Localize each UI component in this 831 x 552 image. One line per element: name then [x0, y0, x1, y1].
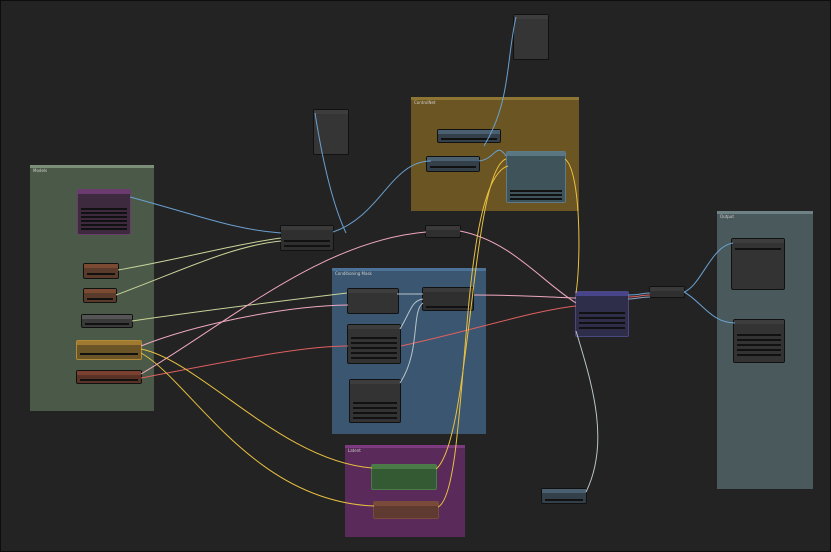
- mask-preview-node[interactable]: [541, 488, 587, 504]
- lora-loader-node-2[interactable]: [83, 288, 117, 303]
- mask-combine-node[interactable]: [422, 287, 474, 311]
- controlnet-loader-node[interactable]: [437, 129, 501, 143]
- group-title: ControlNet: [414, 100, 436, 105]
- clip-text-node[interactable]: [81, 314, 133, 328]
- wire: [575, 330, 599, 493]
- wire: [627, 296, 651, 300]
- conditioning-mask-node-2[interactable]: [349, 379, 401, 423]
- preprocessor-node[interactable]: [426, 156, 480, 172]
- reroute-node[interactable]: [425, 225, 461, 238]
- checkpoint-loader-node[interactable]: [77, 189, 131, 235]
- group-title: Models: [33, 168, 48, 173]
- graph-canvas[interactable]: Models ControlNet Conditioning Mask Late…: [0, 0, 831, 552]
- group-title: Conditioning Mask: [335, 271, 372, 276]
- vae-decode-node[interactable]: [649, 286, 685, 298]
- wire: [627, 294, 651, 298]
- note-node-top[interactable]: [313, 109, 349, 155]
- preview-image-node[interactable]: [731, 238, 785, 290]
- vae-encode-node[interactable]: [373, 501, 439, 519]
- group-title: Output: [720, 214, 734, 219]
- ksampler-node[interactable]: [575, 291, 629, 337]
- model-merge-node[interactable]: [280, 225, 334, 251]
- lora-loader-node[interactable]: [83, 263, 119, 279]
- group-title: Latent: [348, 448, 361, 453]
- wire: [473, 294, 577, 299]
- wire: [627, 292, 651, 296]
- mask-loader-node[interactable]: [347, 288, 399, 314]
- wire: [131, 292, 348, 322]
- vae-loader-node[interactable]: [76, 370, 142, 384]
- wire: [140, 345, 349, 379]
- wire: [140, 304, 349, 347]
- latent-image-node[interactable]: [76, 340, 142, 360]
- conditioning-mask-node[interactable]: [347, 324, 401, 364]
- save-image-node[interactable]: [733, 319, 785, 363]
- apply-controlnet-node[interactable]: [506, 151, 566, 203]
- group-bottom-panel[interactable]: Latent: [345, 445, 465, 537]
- empty-latent-node[interactable]: [371, 464, 437, 490]
- note-node-top-right[interactable]: [513, 14, 549, 60]
